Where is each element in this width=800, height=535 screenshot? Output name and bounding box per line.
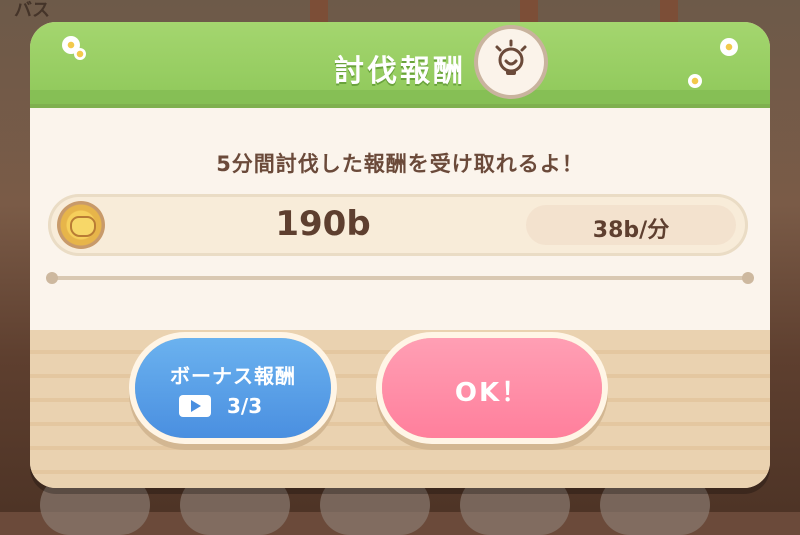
- dialog-title: 討伐報酬: [334, 54, 466, 89]
- reward-amount: 190b: [275, 204, 371, 244]
- progress-start-dot: [46, 272, 58, 284]
- bonus-reward-button[interactable]: ボーナス報酬 3/3: [135, 338, 331, 438]
- progress-end-dot: [742, 272, 754, 284]
- bg-label: バス: [14, 0, 50, 21]
- video-play-icon: [179, 395, 211, 417]
- ok-button-label: OK！: [454, 378, 530, 408]
- dialog-content: 5分間討伐した報酬を受け取れるよ！ 190b 38b/分: [30, 108, 770, 330]
- lightbulb-icon: [478, 29, 544, 95]
- dialog-header: 討伐報酬: [30, 22, 770, 108]
- grass-strip: [30, 90, 770, 104]
- reward-rate-pill: 38b/分: [526, 205, 736, 245]
- bonus-reward-label: ボーナス報酬: [170, 364, 296, 388]
- bonus-remaining-count: 3/3: [227, 394, 263, 418]
- ok-button[interactable]: OK！: [382, 338, 602, 438]
- reward-amount-bar: 190b 38b/分: [48, 194, 748, 256]
- progress-track: [46, 272, 754, 284]
- reward-rate: 38b/分: [592, 218, 670, 243]
- reward-message: 5分間討伐した報酬を受け取れるよ！: [216, 152, 584, 176]
